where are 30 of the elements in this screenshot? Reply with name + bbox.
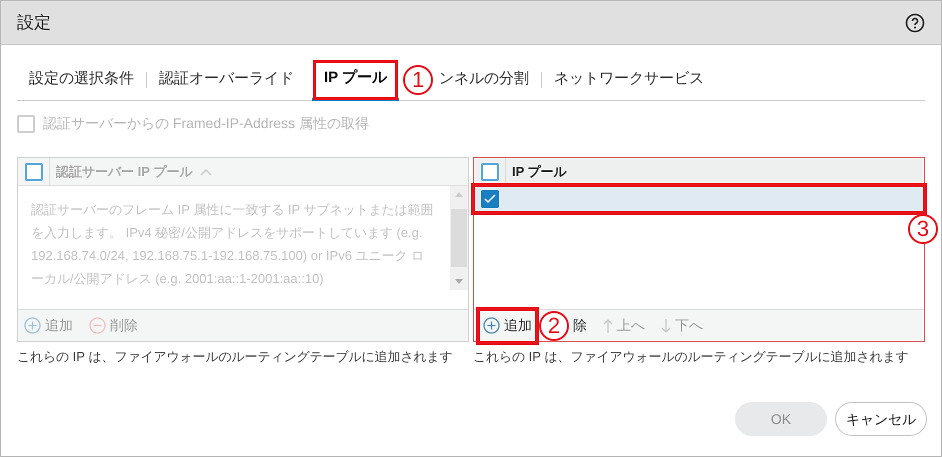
- minus-circle-icon: [89, 317, 106, 334]
- arrow-up-icon: [603, 318, 613, 334]
- plus-circle-icon: [483, 317, 500, 334]
- cancel-button[interactable]: キャンセル: [835, 402, 927, 436]
- callout-number: 1: [403, 64, 434, 94]
- tab[interactable]: IP プール: [312, 58, 400, 100]
- tab[interactable]: ネットワークサービス: [542, 58, 716, 100]
- table-row[interactable]: [474, 186, 924, 212]
- chevron-up-icon: [200, 168, 212, 176]
- checkbox-label: 認証サーバーからの Framed-IP-Address 属性の取得: [43, 114, 369, 133]
- checkbox[interactable]: [481, 190, 499, 208]
- routing-note: これらの IP は、ファイアウォールのルーティングテーブルに追加されます: [473, 348, 910, 366]
- arrow-down-icon: [661, 318, 671, 334]
- scroll-down-icon[interactable]: [455, 279, 463, 284]
- scroll-up-icon[interactable]: [455, 192, 463, 197]
- tab[interactable]: 認証オーバーライド: [147, 58, 306, 100]
- scrollbar[interactable]: [450, 186, 468, 290]
- window-title: 設定: [17, 12, 51, 34]
- routing-note: これらの IP は、ファイアウォールのルーティングテーブルに追加されます: [17, 348, 454, 366]
- check-icon: [484, 194, 496, 204]
- add-button[interactable]: 追加: [480, 310, 535, 340]
- tab[interactable]: 設定の選択条件: [17, 58, 146, 100]
- callout-number: 2: [539, 310, 569, 340]
- remove-button[interactable]: 除: [573, 310, 587, 340]
- checkbox[interactable]: [480, 162, 498, 180]
- plus-circle-icon: [24, 317, 41, 334]
- help-icon[interactable]: [905, 12, 925, 32]
- checkbox[interactable]: [24, 162, 42, 180]
- column-header[interactable]: IP プール: [512, 162, 567, 182]
- callout-number: 3: [908, 214, 938, 244]
